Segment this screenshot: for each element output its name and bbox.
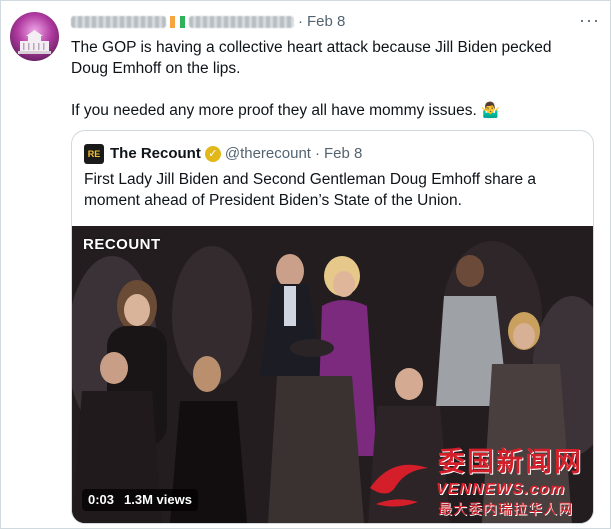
avatar[interactable] xyxy=(10,12,59,61)
watermark-swoosh-icon xyxy=(370,464,428,507)
quoted-text: First Lady Jill Biden and Second Gentlem… xyxy=(84,171,537,209)
more-options-icon[interactable]: ··· xyxy=(579,11,600,29)
quoted-author-name[interactable]: The Recount xyxy=(110,145,201,162)
watermark-sub-text: 最大委内瑞拉华人网 xyxy=(438,502,573,518)
separator-dot: · xyxy=(298,13,303,30)
post-text-line-1: The GOP is having a collective heart att… xyxy=(71,39,552,77)
post-text: The GOP is having a collective heart att… xyxy=(71,37,591,121)
quoted-header: RE The Recount ✓ @therecount · Feb 8 xyxy=(84,143,362,165)
watermark-cn-text: 委国新闻网 xyxy=(438,447,583,478)
video-watermark: RECOUNT xyxy=(83,236,161,253)
video-views: 1.3M views xyxy=(124,492,192,507)
watermark-en-text: VENNEWS.com xyxy=(436,481,566,498)
video-stats-badge: 0:03 1.3M views xyxy=(82,489,198,511)
white-house-icon xyxy=(18,30,51,54)
post-time[interactable]: Feb 8 xyxy=(307,13,345,30)
flag-icon xyxy=(170,16,185,29)
recount-logo-icon[interactable]: RE xyxy=(84,144,104,165)
shrug-emoji-icon: 🤷‍♂️ xyxy=(481,102,500,119)
post-text-line-2: If you needed any more proof they all ha… xyxy=(71,102,477,119)
site-watermark: 委国新闻网 VENNEWS.com 最大委内瑞拉华人网 xyxy=(366,448,606,524)
separator-dot: · xyxy=(314,145,320,162)
post-header: · Feb 8 xyxy=(71,11,600,33)
tweet-card[interactable]: · Feb 8 ··· The GOP is having a collectiv… xyxy=(0,0,611,529)
author-handle-redacted[interactable] xyxy=(189,16,294,29)
author-name-redacted[interactable] xyxy=(71,16,166,29)
verified-badge-icon: ✓ xyxy=(204,146,221,163)
quoted-author-handle[interactable]: @therecount xyxy=(225,145,311,162)
video-duration: 0:03 xyxy=(88,492,115,507)
quoted-time[interactable]: Feb 8 xyxy=(324,145,362,162)
